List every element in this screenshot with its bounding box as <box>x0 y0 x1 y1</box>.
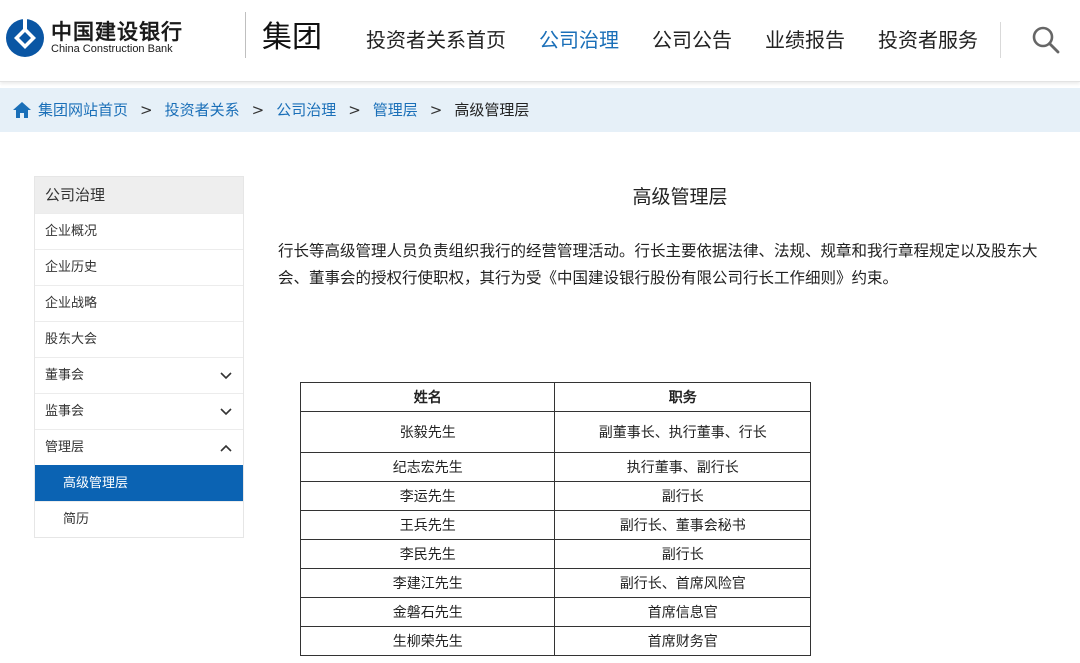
cell-name: 张毅先生 <box>299 411 556 453</box>
sidebar-item-label: 管理层 <box>45 440 85 455</box>
table-row: 纪志宏先生 执行董事、副行长 <box>299 452 811 482</box>
chevron-down-icon[interactable] <box>219 405 233 419</box>
cell-name: 生柳荣先生 <box>299 626 556 656</box>
sidebar-subitem-senior-management[interactable]: 高级管理层 <box>35 465 243 501</box>
sidebar-item-label: 企业概况 <box>45 224 98 239</box>
cell-position: 执行董事、副行长 <box>554 452 811 482</box>
sidebar-item-shareholders-meeting[interactable]: 股东大会 <box>35 321 243 357</box>
nav-item-investor-services[interactable]: 投资者服务 <box>878 26 978 54</box>
breadcrumb-separator: > <box>429 101 443 119</box>
cell-position: 首席财务官 <box>554 626 811 656</box>
table-row: 生柳荣先生 首席财务官 <box>299 626 811 656</box>
cell-position: 副行长、董事会秘书 <box>554 510 811 540</box>
sidebar-item-overview[interactable]: 企业概况 <box>35 213 243 249</box>
search-icon[interactable] <box>1030 24 1062 56</box>
sidebar-item-management[interactable]: 管理层 <box>35 429 243 465</box>
group-label[interactable]: 集团 <box>262 20 322 56</box>
table-header-row: 姓名 职务 <box>299 382 811 412</box>
column-header-position: 职务 <box>554 382 811 412</box>
intro-paragraph: 行长等高级管理人员负责组织我行的经营管理活动。行长主要依据法律、法规、规章和我行… <box>278 242 1038 287</box>
breadcrumb-investor-relations[interactable]: 投资者关系 <box>165 100 240 120</box>
breadcrumb-bar: 集团网站首页 > 投资者关系 > 公司治理 > 管理层 > 高级管理层 <box>0 88 1080 132</box>
breadcrumb-separator: > <box>140 101 153 119</box>
nav-divider <box>1000 22 1001 58</box>
cell-name: 金磐石先生 <box>299 597 556 627</box>
sidebar: 公司治理 企业概况 企业历史 企业战略 股东大会 董事会 监事会 管理层 高级管… <box>34 176 244 538</box>
logo-divider <box>245 12 246 58</box>
sidebar-item-history[interactable]: 企业历史 <box>35 249 243 285</box>
sidebar-subitem-resumes[interactable]: 简历 <box>35 501 243 537</box>
sidebar-item-strategy[interactable]: 企业战略 <box>35 285 243 321</box>
main-nav: 投资者关系首页 公司治理 公司公告 业绩报告 投资者服务 <box>366 26 1011 54</box>
breadcrumb-separator: > <box>251 101 265 119</box>
cell-position: 副董事长、执行董事、行长 <box>554 411 811 453</box>
nav-item-corporate-governance[interactable]: 公司治理 <box>539 26 619 54</box>
logo-chinese-name: 中国建设银行 <box>51 20 183 44</box>
page-title: 高级管理层 <box>632 186 728 208</box>
sidebar-item-board-of-directors[interactable]: 董事会 <box>35 357 243 393</box>
cell-position: 副行长 <box>554 539 811 569</box>
sidebar-item-label: 股东大会 <box>45 332 98 347</box>
management-table: 姓名 职务 张毅先生 副董事长、执行董事、行长 纪志宏先生 执行董事、副行长 李… <box>299 382 811 656</box>
cell-name: 李建江先生 <box>299 568 556 598</box>
cell-name: 纪志宏先生 <box>299 452 556 482</box>
cell-position: 首席信息官 <box>554 597 811 627</box>
nav-item-results-reports[interactable]: 业绩报告 <box>765 26 845 54</box>
cell-name: 王兵先生 <box>299 510 556 540</box>
column-header-name: 姓名 <box>299 382 556 412</box>
cell-name: 李运先生 <box>299 481 556 511</box>
sidebar-item-label: 董事会 <box>45 368 85 383</box>
breadcrumb-separator: > <box>348 101 361 119</box>
nav-item-ir-home[interactable]: 投资者关系首页 <box>366 26 506 54</box>
table-row: 王兵先生 副行长、董事会秘书 <box>299 510 811 540</box>
table-row: 李民先生 副行长 <box>299 539 811 569</box>
breadcrumb-management[interactable]: 管理层 <box>373 100 418 120</box>
logo-english-name: China Construction Bank <box>51 43 173 55</box>
site-header: 中国建设银行 China Construction Bank 集团 投资者关系首… <box>0 0 1080 82</box>
sidebar-item-label: 企业历史 <box>45 260 98 275</box>
breadcrumb-group-home[interactable]: 集团网站首页 <box>38 100 128 120</box>
table-row: 李建江先生 副行长、首席风险官 <box>299 568 811 598</box>
sidebar-title: 公司治理 <box>35 177 243 213</box>
breadcrumb: 集团网站首页 > 投资者关系 > 公司治理 > 管理层 > 高级管理层 <box>12 100 529 120</box>
sidebar-item-label: 监事会 <box>45 404 85 419</box>
nav-item-announcements[interactable]: 公司公告 <box>652 26 732 54</box>
ccb-logo[interactable]: 中国建设银行 China Construction Bank <box>5 14 183 62</box>
table-row: 李运先生 副行长 <box>299 481 811 511</box>
chevron-down-icon[interactable] <box>219 369 233 383</box>
breadcrumb-corporate-governance[interactable]: 公司治理 <box>276 100 336 120</box>
ccb-logo-icon <box>6 18 44 57</box>
sidebar-item-supervisors[interactable]: 监事会 <box>35 393 243 429</box>
cell-position: 副行长、首席风险官 <box>554 568 811 598</box>
cell-name: 李民先生 <box>299 539 556 569</box>
sidebar-item-label: 企业战略 <box>45 296 98 311</box>
table-row: 张毅先生 副董事长、执行董事、行长 <box>299 411 811 453</box>
table-row: 金磐石先生 首席信息官 <box>299 597 811 627</box>
home-icon[interactable] <box>12 101 32 119</box>
chevron-up-icon[interactable] <box>219 441 233 455</box>
breadcrumb-current: 高级管理层 <box>454 101 530 119</box>
cell-position: 副行长 <box>554 481 811 511</box>
